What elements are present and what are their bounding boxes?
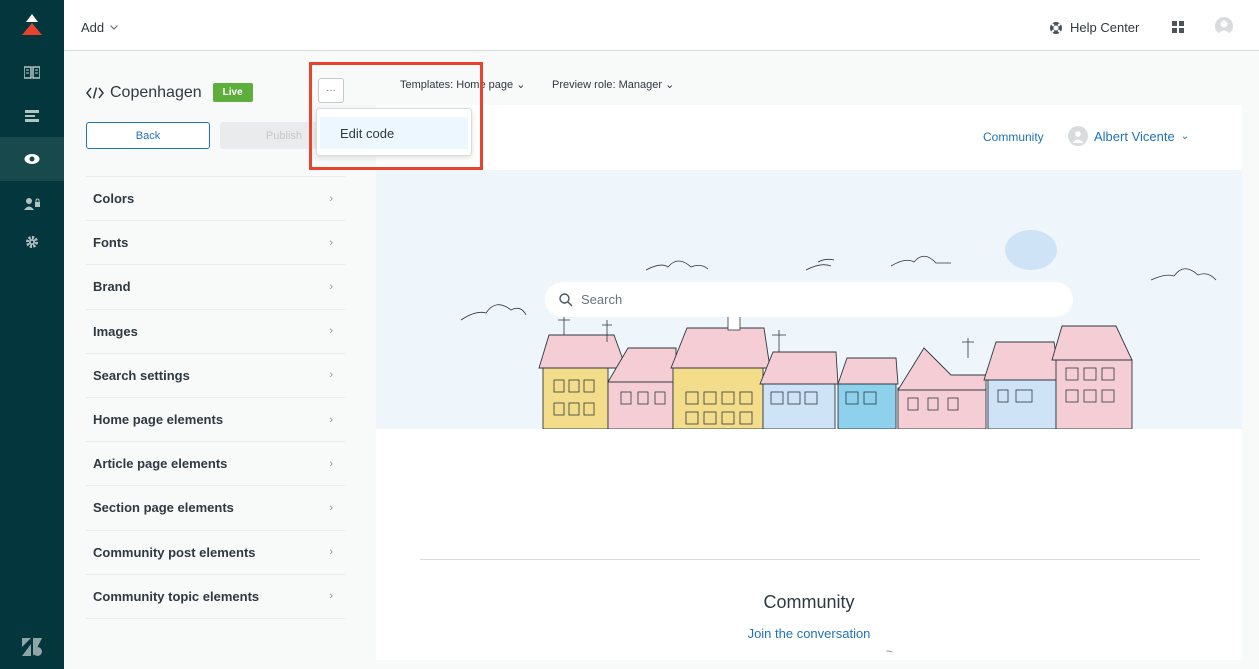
settings-item-label: Search settings [93, 367, 190, 383]
search-icon [559, 292, 573, 306]
annotation-highlight-box [309, 62, 483, 170]
help-center-label: Help Center [1070, 20, 1140, 35]
preview-user-menu[interactable]: Albert Vicente ⌄ [1068, 126, 1189, 146]
preview-user-avatar-icon [1068, 126, 1088, 146]
settings-item-community-topic-elements[interactable]: Community topic elements › [86, 575, 345, 619]
settings-item-label: Images [93, 323, 138, 339]
theme-preview-frame: Community Albert Vicente ⌄ Search Commun… [376, 105, 1242, 660]
settings-item-article-page-elements[interactable]: Article page elements › [86, 442, 345, 487]
code-icon [86, 86, 104, 99]
rail-preview-eye-icon[interactable] [0, 137, 64, 181]
chevron-right-icon: › [329, 280, 333, 293]
add-menu-button[interactable]: Add [81, 20, 119, 35]
settings-item-search-settings[interactable]: Search settings › [86, 354, 345, 398]
settings-item-label: Community topic elements [93, 588, 260, 604]
preview-header: Community Albert Vicente ⌄ [376, 105, 1242, 170]
top-bar: Add Help Center [64, 0, 1259, 51]
chevron-right-icon: › [329, 413, 333, 426]
preview-community-link[interactable]: Community [983, 130, 1044, 144]
settings-item-label: Community post elements [93, 544, 256, 560]
settings-item-community-post-elements[interactable]: Community post elements › [86, 531, 345, 575]
zendesk-z-logo-icon[interactable] [22, 638, 42, 656]
preview-role-label: Preview role: Manager [552, 79, 663, 91]
chevron-right-icon: › [329, 236, 333, 249]
theme-title: Copenhagen Live [86, 83, 253, 102]
user-avatar-icon[interactable] [1215, 17, 1233, 35]
help-center-link[interactable]: Help Center [1049, 20, 1139, 35]
back-button[interactable]: Back [86, 122, 210, 149]
chevron-right-icon: › [329, 325, 333, 338]
settings-item-images[interactable]: Images › [86, 310, 345, 354]
theme-name: Copenhagen [110, 83, 202, 101]
rail-settings-gear-icon[interactable] [0, 220, 64, 264]
settings-item-colors[interactable]: Colors › [86, 177, 345, 222]
rail-list-icon[interactable] [0, 94, 64, 138]
chevron-down-icon: ⌄ [665, 79, 675, 91]
preview-user-name: Albert Vicente [1094, 128, 1175, 144]
zendesk-guide-logo-icon[interactable] [22, 14, 42, 36]
chevron-down-icon: ⌄ [1180, 130, 1190, 142]
product-nav-rail [0, 0, 64, 669]
chevron-down-icon: ⌄ [516, 79, 526, 91]
join-conversation-link[interactable]: Join the conversation [376, 626, 1242, 641]
chevron-right-icon: › [329, 590, 333, 603]
settings-item-home-page-elements[interactable]: Home page elements › [86, 398, 345, 443]
live-status-badge: Live [212, 83, 253, 102]
preview-divider [420, 559, 1200, 560]
lifebuoy-icon [1050, 21, 1062, 34]
chevron-right-icon: › [329, 501, 333, 514]
add-label: Add [81, 20, 105, 35]
preview-hero-banner: Search [376, 170, 1242, 429]
rail-knowledge-icon[interactable] [0, 50, 64, 94]
settings-item-fonts[interactable]: Fonts › [86, 221, 345, 266]
settings-item-brand[interactable]: Brand › [86, 265, 345, 310]
preview-community-title: Community [763, 592, 855, 612]
settings-item-label: Colors [93, 191, 135, 207]
preview-decoration-tilde: ~ [886, 646, 893, 658]
settings-item-label: Brand [93, 279, 131, 295]
chevron-down-icon [110, 25, 119, 30]
chevron-right-icon: › [329, 457, 333, 470]
settings-item-section-page-elements[interactable]: Section page elements › [86, 486, 345, 531]
chevron-right-icon: › [329, 369, 333, 382]
settings-item-label: Home page elements [93, 412, 224, 428]
settings-item-label: Article page elements [93, 456, 228, 472]
apps-grid-icon[interactable] [1172, 21, 1184, 33]
settings-item-label: Section page elements [93, 500, 234, 516]
settings-item-label: Fonts [93, 235, 129, 251]
preview-search-field[interactable]: Search [545, 282, 1073, 317]
chevron-right-icon: › [329, 546, 333, 559]
theme-settings-list: Colors › Fonts › Brand › Images › Search set… [86, 176, 345, 619]
search-placeholder: Search [581, 292, 623, 307]
preview-role-select[interactable]: Preview role: Manager ⌄ [552, 78, 674, 91]
chevron-right-icon: › [329, 192, 333, 205]
